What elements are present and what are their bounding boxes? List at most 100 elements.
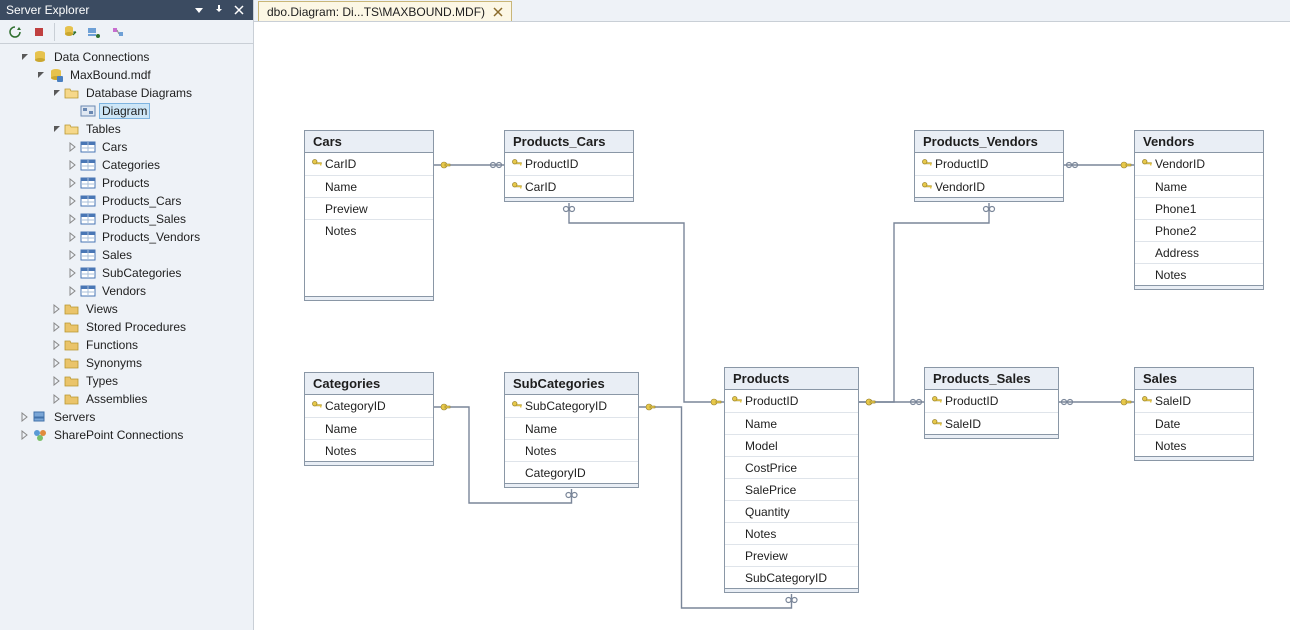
expand-arrow-icon[interactable] [68,286,78,296]
table-vendors[interactable]: Vendors [0,282,253,300]
column-address[interactable]: Address [1135,241,1263,263]
resize-handle-icon[interactable] [1134,457,1254,461]
expand-arrow-icon[interactable] [68,142,78,152]
tab-diagram[interactable]: dbo.Diagram: Di...TS\MAXBOUND.MDF) [258,1,512,21]
dbtable-subcategories[interactable]: SubCategoriesSubCategoryIDNameNotesCateg… [504,372,639,488]
folder-functions[interactable]: Functions [0,336,253,354]
table-products-cars[interactable]: Products_Cars [0,192,253,210]
data-connections[interactable]: Data Connections [0,48,253,66]
table-subcategories[interactable]: SubCategories [0,264,253,282]
column-name[interactable]: Name [305,175,433,197]
expand-arrow-icon[interactable] [52,88,62,98]
resize-handle-icon[interactable] [304,462,434,466]
folder-views[interactable]: Views [0,300,253,318]
refresh-icon[interactable] [4,21,26,43]
expand-arrow-icon[interactable] [52,304,62,314]
expand-arrow-icon[interactable] [68,160,78,170]
column-vendorid[interactable]: VendorID [915,175,1063,197]
resize-handle-icon[interactable] [914,198,1064,202]
expand-arrow-icon[interactable] [68,250,78,260]
column-notes[interactable]: Notes [1135,434,1253,456]
expand-arrow-icon[interactable] [68,178,78,188]
dbtable-sales[interactable]: SalesSaleIDDateNotes [1134,367,1254,461]
table-products-sales[interactable]: Products_Sales [0,210,253,228]
column-categoryid[interactable]: CategoryID [505,461,638,483]
column-quantity[interactable]: Quantity [725,500,858,522]
expand-arrow-icon[interactable] [68,214,78,224]
folder-types[interactable]: Types [0,372,253,390]
column-preview[interactable]: Preview [725,544,858,566]
column-productid[interactable]: ProductID [505,153,633,175]
column-notes[interactable]: Notes [305,219,433,241]
folder-database-diagrams[interactable]: Database Diagrams [0,84,253,102]
column-productid[interactable]: ProductID [915,153,1063,175]
column-phone2[interactable]: Phone2 [1135,219,1263,241]
table-sales[interactable]: Sales [0,246,253,264]
column-costprice[interactable]: CostPrice [725,456,858,478]
resize-handle-icon[interactable] [924,435,1059,439]
column-name[interactable]: Name [1135,175,1263,197]
server-explorer-tree[interactable]: Data ConnectionsMaxBound.mdfDatabase Dia… [0,44,253,448]
dbtable-products_cars[interactable]: Products_CarsProductIDCarID [504,130,634,202]
column-saleid[interactable]: SaleID [925,412,1058,434]
column-phone1[interactable]: Phone1 [1135,197,1263,219]
expand-arrow-icon[interactable] [36,70,46,80]
expand-arrow-icon[interactable] [52,322,62,332]
expand-arrow-icon[interactable] [52,124,62,134]
column-notes[interactable]: Notes [505,439,638,461]
column-name[interactable]: Name [305,417,433,439]
resize-handle-icon[interactable] [1134,286,1264,290]
expand-arrow-icon[interactable] [68,196,78,206]
column-subcategoryid[interactable]: SubCategoryID [725,566,858,588]
connect-database-icon[interactable] [59,21,81,43]
expand-arrow-icon[interactable] [68,232,78,242]
close-tab-icon[interactable] [491,5,505,19]
column-carid[interactable]: CarID [305,153,433,175]
resize-handle-icon[interactable] [304,297,434,301]
db-maxbound[interactable]: MaxBound.mdf [0,66,253,84]
table-products[interactable]: Products [0,174,253,192]
server-explorer-titlebar[interactable]: Server Explorer [0,0,253,20]
column-preview[interactable]: Preview [305,197,433,219]
dbtable-categories[interactable]: CategoriesCategoryIDNameNotes [304,372,434,466]
column-carid[interactable]: CarID [505,175,633,197]
stop-icon[interactable] [28,21,50,43]
dbtable-vendors[interactable]: VendorsVendorIDNamePhone1Phone2AddressNo… [1134,130,1264,290]
column-categoryid[interactable]: CategoryID [305,395,433,417]
diagram-item[interactable]: Diagram [0,102,253,120]
column-name[interactable]: Name [725,412,858,434]
column-name[interactable]: Name [505,417,638,439]
expand-arrow-icon[interactable] [68,268,78,278]
servers-root[interactable]: Servers [0,408,253,426]
expand-arrow-icon[interactable] [52,376,62,386]
pin-icon[interactable] [211,2,227,18]
folder-assemblies[interactable]: Assemblies [0,390,253,408]
table-categories[interactable]: Categories [0,156,253,174]
folder-synonyms[interactable]: Synonyms [0,354,253,372]
dbtable-products[interactable]: ProductsProductIDNameModelCostPriceSaleP… [724,367,859,593]
add-connection-icon[interactable] [107,21,129,43]
expand-arrow-icon[interactable] [20,52,30,62]
dropdown-icon[interactable] [191,2,207,18]
expand-arrow-icon[interactable] [52,340,62,350]
diagram-canvas[interactable]: CarsCarIDNamePreviewNotesProducts_CarsPr… [254,22,1290,630]
column-productid[interactable]: ProductID [925,390,1058,412]
folder-stored-procedures[interactable]: Stored Procedures [0,318,253,336]
connect-server-icon[interactable] [83,21,105,43]
expand-arrow-icon[interactable] [20,430,30,440]
column-saleid[interactable]: SaleID [1135,390,1253,412]
column-notes[interactable]: Notes [725,522,858,544]
expand-arrow-icon[interactable] [20,412,30,422]
table-products-vendors[interactable]: Products_Vendors [0,228,253,246]
expand-arrow-icon[interactable] [52,394,62,404]
dbtable-products_vendors[interactable]: Products_VendorsProductIDVendorID [914,130,1064,202]
expand-arrow-icon[interactable] [52,358,62,368]
column-vendorid[interactable]: VendorID [1135,153,1263,175]
close-panel-icon[interactable] [231,2,247,18]
column-notes[interactable]: Notes [1135,263,1263,285]
sharepoint-root[interactable]: SharePoint Connections [0,426,253,444]
folder-tables[interactable]: Tables [0,120,253,138]
column-productid[interactable]: ProductID [725,390,858,412]
resize-handle-icon[interactable] [724,589,859,593]
column-saleprice[interactable]: SalePrice [725,478,858,500]
